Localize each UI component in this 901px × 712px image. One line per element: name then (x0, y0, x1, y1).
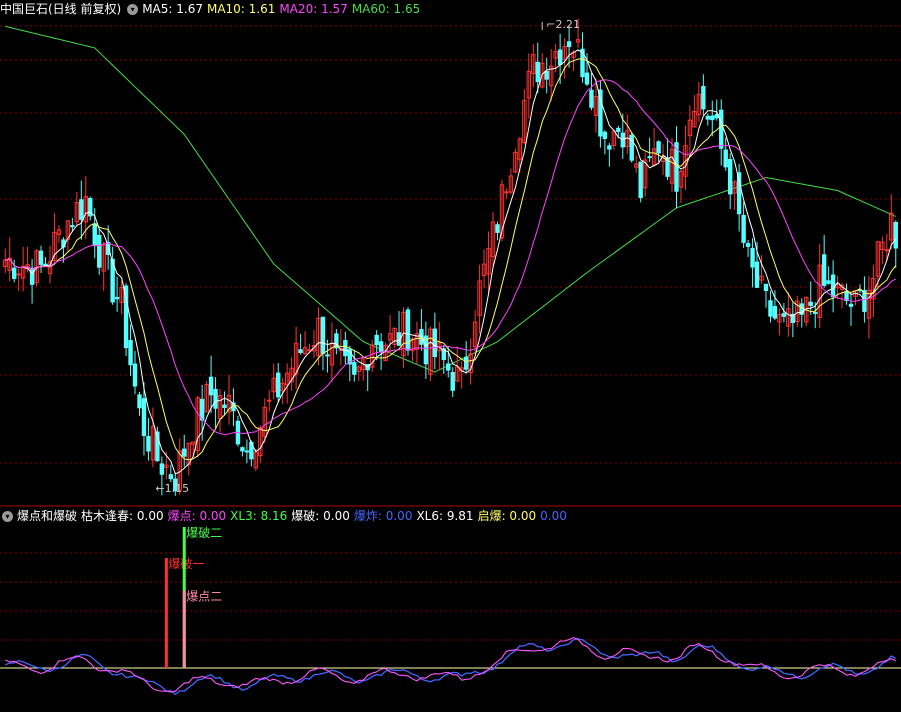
candle-body (607, 145, 612, 150)
candle-body (61, 239, 66, 248)
candle-body (893, 221, 898, 249)
signal-bar-0 (164, 558, 168, 668)
candle-body (638, 161, 643, 199)
candle-body (123, 285, 129, 349)
candle-body (378, 341, 384, 353)
stock-chart-window: 中国巨石(日线 前复权) ▾ MA5: 1.67 MA10: 1.61 MA20: 1.… (0, 0, 901, 712)
candle-body (701, 86, 706, 110)
signal-label-1: 爆破二 (186, 525, 222, 540)
candle-body (320, 316, 326, 354)
candle-body (781, 313, 787, 317)
candle-body (616, 127, 621, 133)
candle-body (768, 300, 773, 317)
candle-body (208, 376, 214, 396)
candle-body (276, 372, 281, 398)
candle-body (544, 70, 549, 80)
candle-body (450, 371, 455, 391)
candle-body (343, 340, 348, 357)
ma-series (5, 49, 897, 475)
signal-label-0: 爆破一 (168, 556, 204, 571)
candle-body (159, 463, 165, 475)
candle-body (763, 283, 769, 291)
candle-body (750, 247, 755, 268)
candle-body (463, 356, 469, 370)
ma20-line (5, 79, 897, 436)
candle-body (405, 309, 411, 351)
xl3-line (4, 638, 897, 696)
candle-body (298, 349, 303, 354)
candle-body (741, 214, 746, 243)
candle-body (38, 250, 44, 265)
candle-body (114, 296, 120, 300)
candle-body (222, 404, 227, 409)
candle-body (745, 243, 751, 247)
candle-body (808, 301, 813, 306)
candle-body (244, 450, 250, 453)
signal-label-2: 爆点二 (186, 589, 222, 603)
candle-body (884, 249, 890, 252)
candle-body (325, 354, 330, 357)
candle-body (70, 225, 75, 228)
candle-body (495, 224, 500, 233)
indicator-series (4, 637, 897, 696)
low-price-label: ←1.15 (155, 482, 189, 495)
candle-body (92, 223, 97, 247)
candle-body (168, 474, 174, 480)
chart-svg[interactable]: ⌐2.21 ←1.15 爆破一 爆破二爆点二 (0, 0, 901, 712)
candle-body (620, 132, 625, 148)
candle-body (423, 335, 429, 365)
candle-body (584, 72, 590, 85)
candle-body (137, 394, 142, 409)
xl6-line (5, 637, 896, 693)
candle-body (29, 267, 35, 285)
candle-body (557, 49, 563, 66)
candle-body (146, 436, 151, 452)
candle-body (432, 328, 438, 358)
candle-body (647, 156, 652, 159)
candle-body (821, 254, 827, 286)
candle-body (826, 280, 831, 284)
candles (3, 18, 898, 496)
candle-body (352, 361, 357, 375)
candle-body (240, 447, 245, 452)
candle-body (719, 109, 724, 149)
candle-body (754, 261, 760, 288)
candle-body (602, 131, 608, 140)
candle-body (705, 115, 711, 120)
candle-body (97, 235, 102, 268)
candle-body (589, 89, 594, 108)
price-annotations: ⌐2.21 ←1.15 (155, 18, 580, 495)
candle-body (727, 159, 733, 195)
candle-body (79, 199, 84, 220)
high-price-label: ⌐2.21 (546, 18, 580, 31)
candle-body (504, 191, 509, 194)
candle-body (656, 141, 661, 154)
candle-body (213, 388, 218, 409)
candle-body (813, 311, 818, 314)
candle-body (11, 267, 17, 279)
candle-body (535, 61, 540, 83)
candle-body (132, 363, 138, 387)
candle-body (566, 41, 572, 48)
candle-body (830, 274, 836, 298)
candle-body (710, 115, 715, 121)
candle-body (848, 303, 854, 307)
candle-body (141, 398, 147, 436)
candle-body (723, 149, 728, 168)
candle-body (772, 305, 778, 319)
candle-body (128, 340, 133, 366)
ma5-line (5, 49, 897, 475)
candle-body (374, 334, 379, 346)
candle-body (446, 363, 451, 371)
candle-body (267, 399, 272, 402)
candle-body (182, 448, 187, 457)
signal-bars: 爆破一 爆破二爆点二 (164, 525, 222, 668)
